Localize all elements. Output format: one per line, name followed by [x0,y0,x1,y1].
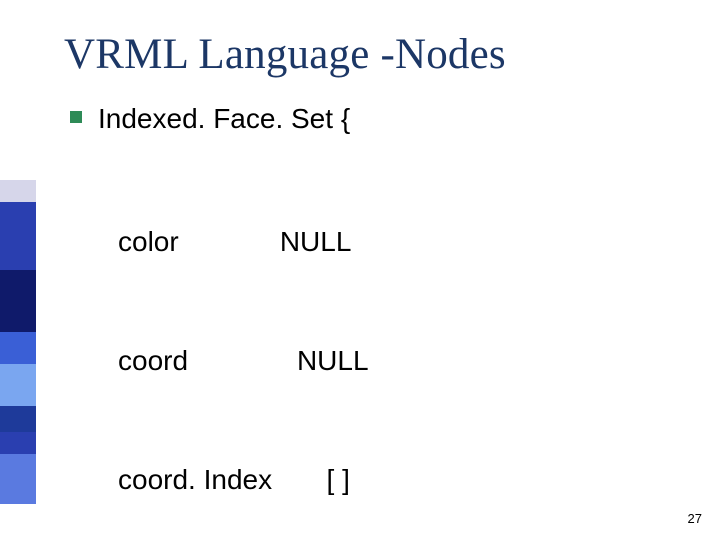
bullet-item: Indexed. Face. Set { [70,101,680,136]
decor-block [0,252,36,270]
decor-block [0,180,36,202]
decor-block [0,454,36,504]
field-line: coord NULL [118,341,680,381]
slide-content: VRML Language -Nodes Indexed. Face. Set … [64,30,680,540]
page-number: 27 [688,511,702,526]
decor-block [0,270,36,310]
decor-block [0,332,36,364]
page-title: VRML Language -Nodes [64,30,680,79]
node-header: Indexed. Face. Set { [98,101,350,136]
decor-block [0,310,36,332]
square-bullet-icon [70,111,82,123]
decor-block [0,406,36,432]
decor-block [0,364,36,406]
node-fields: color NULL coord NULL coord. Index [ ] n… [118,142,680,540]
decor-block [0,202,36,252]
sidebar-decor [0,180,36,504]
decor-block [0,432,36,454]
field-line: coord. Index [ ] [118,460,680,500]
field-line: color NULL [118,222,680,262]
